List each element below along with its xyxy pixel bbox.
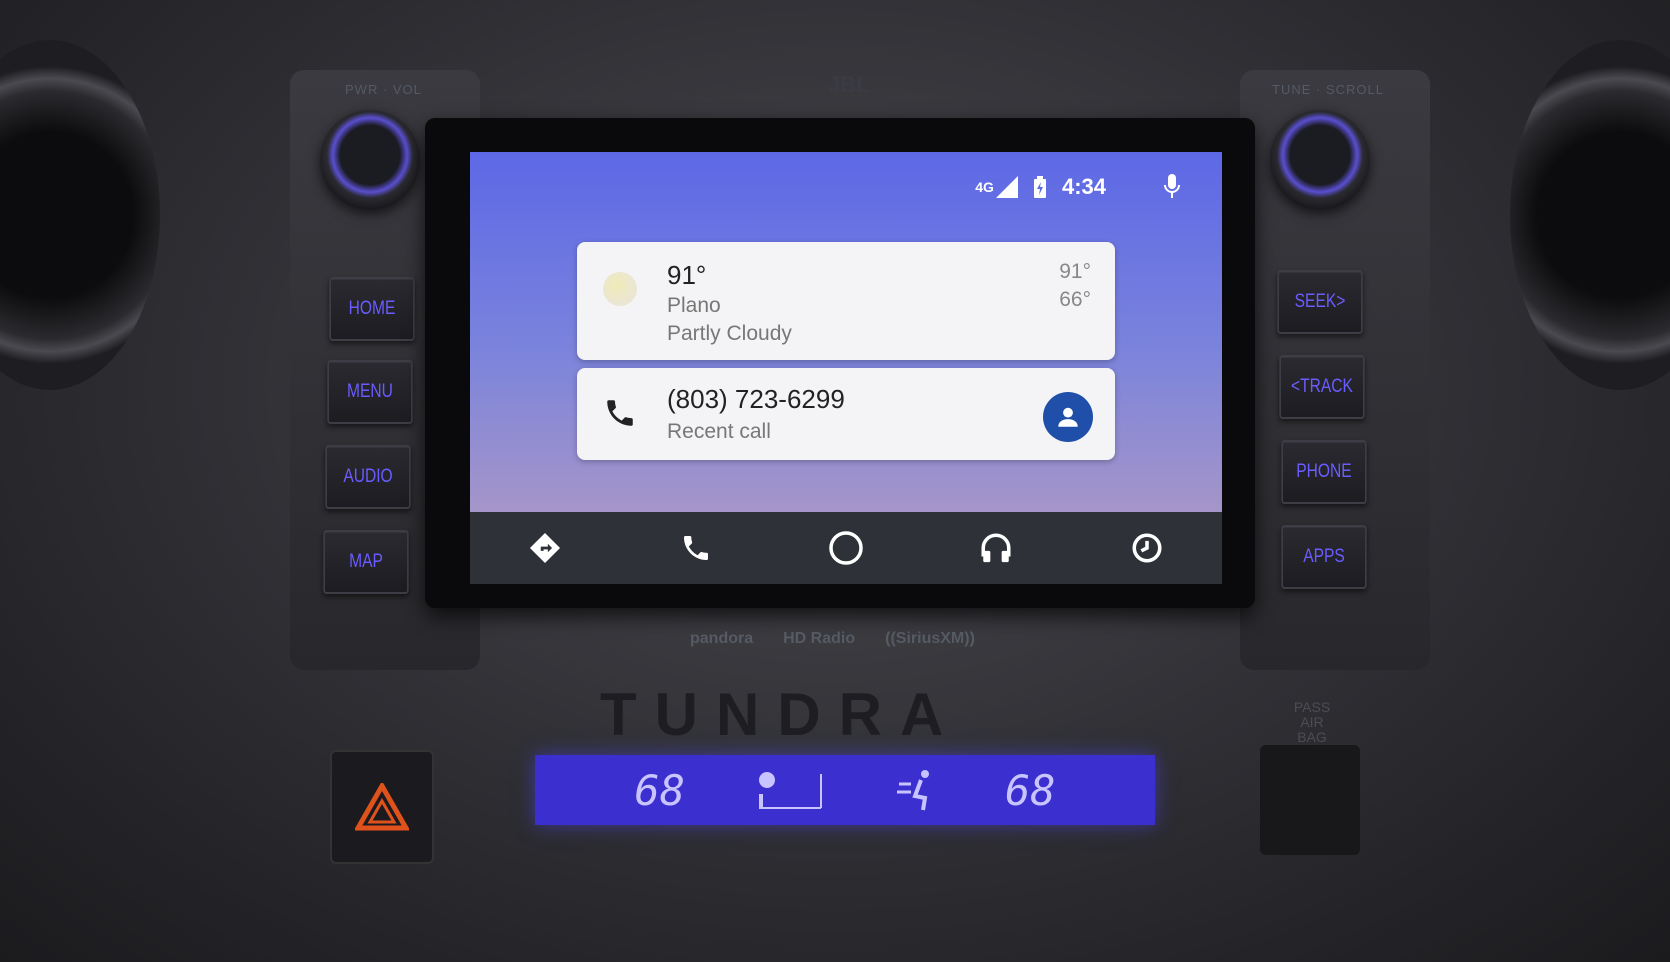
menu-hw-button[interactable]: MENU xyxy=(327,360,413,424)
caller-number: (803) 723-6299 xyxy=(667,384,845,414)
jbl-logo: JBL xyxy=(828,72,870,97)
power-volume-knob[interactable] xyxy=(320,110,420,210)
android-auto-screen: 4G 4:34 91° Plano Partly Cloudy 91° 66° … xyxy=(470,152,1222,584)
tune-scroll-knob[interactable] xyxy=(1270,110,1370,210)
recents-icon xyxy=(1132,533,1162,563)
driver-temperature: 68 xyxy=(634,765,685,815)
recents-nav-button[interactable] xyxy=(1122,523,1172,573)
high-temperature: 91° xyxy=(1059,260,1091,283)
signal-indicator: 4G xyxy=(975,176,1018,198)
audio-nav-button[interactable] xyxy=(971,523,1021,573)
home-nav-button[interactable] xyxy=(821,523,871,573)
clock: 4:34 xyxy=(1061,174,1106,199)
person-icon xyxy=(1058,407,1078,427)
climate-display: 68 68 xyxy=(535,755,1155,825)
microphone-icon[interactable] xyxy=(1162,174,1182,200)
weather-card[interactable]: 91° Plano Partly Cloudy 91° 66° xyxy=(577,242,1115,360)
map-hw-button[interactable]: MAP xyxy=(323,530,409,594)
partly-cloudy-icon xyxy=(603,272,637,306)
home-circle-icon xyxy=(829,531,863,565)
airflow-seat-icon xyxy=(897,770,929,811)
tundra-emblem: TUNDRA xyxy=(600,681,962,748)
hazard-button[interactable] xyxy=(330,750,434,864)
siriusxm-logo: ((SiriusXM)) xyxy=(885,630,975,647)
phone-icon xyxy=(683,536,708,560)
bottom-nav-bar xyxy=(470,512,1222,584)
weather-city: Plano xyxy=(667,294,721,317)
phone-hw-button[interactable]: PHONE xyxy=(1281,440,1367,504)
call-subtitle: Recent call xyxy=(667,420,771,443)
apps-hw-button[interactable]: APPS xyxy=(1281,525,1367,589)
navigation-icon xyxy=(530,532,561,564)
phone-nav-button[interactable] xyxy=(671,523,721,573)
pandora-logo: pandora xyxy=(690,630,754,647)
track-hw-button[interactable]: <TRACK xyxy=(1279,355,1365,419)
status-bar: 4G 4:34 xyxy=(975,174,1182,200)
cell-signal-icon xyxy=(995,176,1018,198)
hd-radio-logo: HD Radio xyxy=(783,630,856,647)
hazard-icon xyxy=(355,783,409,831)
headphones-icon xyxy=(981,533,1011,563)
phone-icon xyxy=(607,400,633,426)
power-volume-label: PWR · VOL xyxy=(345,82,422,97)
recent-call-card[interactable]: (803) 723-6299 Recent call xyxy=(577,368,1115,460)
network-type: 4G xyxy=(975,179,994,195)
passenger-temperature: 68 xyxy=(1005,765,1056,815)
tune-scroll-label: TUNE · SCROLL xyxy=(1272,82,1384,97)
low-temperature: 66° xyxy=(1059,288,1091,311)
weather-condition: Partly Cloudy xyxy=(667,322,792,345)
battery-icon xyxy=(1033,176,1046,198)
fan-icon xyxy=(759,772,822,809)
audio-hw-button[interactable]: AUDIO xyxy=(325,445,411,509)
navigation-button[interactable] xyxy=(520,523,570,573)
passenger-airbag-label: PASS AIR BAG xyxy=(1293,699,1331,745)
seek-hw-button[interactable]: SEEK> xyxy=(1277,270,1363,334)
audio-source-logos: pandora HD Radio ((SiriusXM)) xyxy=(690,630,975,648)
home-hw-button[interactable]: HOME xyxy=(329,277,415,341)
airbag-indicator xyxy=(1260,745,1360,855)
current-temperature: 91° xyxy=(667,260,707,290)
contact-avatar xyxy=(1043,392,1093,442)
